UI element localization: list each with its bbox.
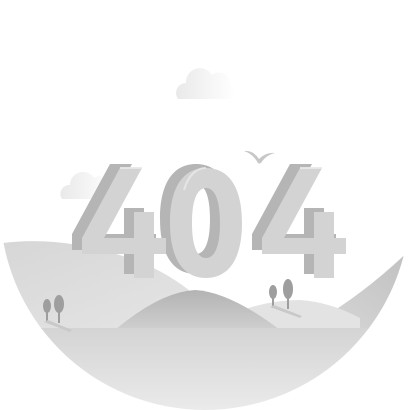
scene-svg [0, 68, 410, 410]
cloud-icon [175, 68, 236, 99]
error-404-illustration [0, 0, 410, 410]
bird-icon [244, 150, 275, 164]
ground [0, 328, 410, 410]
